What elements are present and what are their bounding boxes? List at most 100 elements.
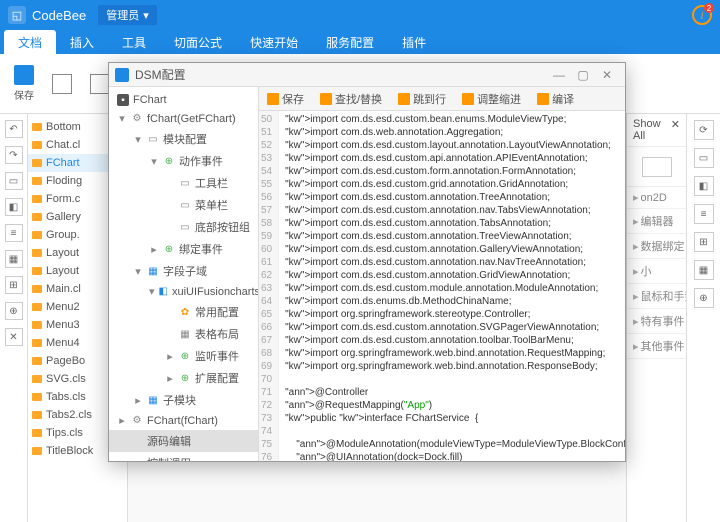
ribbon-save-button[interactable]: 保存 — [8, 63, 40, 104]
tree-node[interactable]: ▾▭模块配置 — [109, 128, 258, 150]
node-icon: ▭ — [179, 221, 191, 233]
tool-button[interactable]: ⟳ — [694, 120, 714, 140]
node-icon: ▭ — [147, 133, 159, 145]
caret-icon: ▾ — [149, 155, 159, 168]
caret-icon: ▸ — [133, 394, 143, 407]
caret-icon: ▾ — [133, 265, 143, 278]
close-button[interactable]: ✕ — [595, 68, 619, 82]
tree-node[interactable]: ▾▦字段子域 — [109, 260, 258, 282]
tool-button[interactable]: ≡ — [5, 224, 23, 242]
tool-icon — [462, 93, 474, 105]
dialog-icon — [115, 68, 129, 82]
tool-icon — [267, 93, 279, 105]
redo-button[interactable]: ↷ — [5, 146, 23, 164]
toolbar-button[interactable]: 调整缩进 — [458, 89, 525, 109]
toolbar-button[interactable]: 保存 — [263, 89, 308, 109]
chevron-down-icon: ▾ — [143, 9, 149, 22]
caret-icon: ▾ — [133, 133, 143, 146]
properties-panel: Show All ✕ ▸on2D▸编辑器▸数据绑定▸小▸鼠标和手势▸特有事件▸其… — [626, 114, 686, 522]
tree-node[interactable]: ▸⊕扩展配置 — [109, 367, 258, 389]
tree-root[interactable]: ▪ FChart — [109, 91, 258, 109]
tool-button[interactable]: ✕ — [5, 328, 23, 346]
tool-button[interactable]: ⊕ — [694, 288, 714, 308]
tree-node[interactable]: ▸⊕监听事件 — [109, 345, 258, 367]
tree-node[interactable]: ▭菜单栏 — [109, 194, 258, 216]
tree-node[interactable]: ▦表格布局 — [109, 323, 258, 345]
tool-button[interactable]: ⊞ — [5, 276, 23, 294]
node-icon: ◧ — [159, 286, 168, 298]
node-icon: ⊕ — [163, 155, 175, 167]
tool-icon — [320, 93, 332, 105]
preview-box — [642, 157, 672, 177]
tree-node[interactable]: ▭工具栏 — [109, 172, 258, 194]
line-gutter: 5051525354555657585960616263646566676869… — [259, 111, 279, 461]
panel-section[interactable]: ▸其他事件 — [627, 334, 686, 359]
panel-section[interactable]: ▸小 — [627, 259, 686, 284]
caret-icon: ▸ — [165, 372, 175, 385]
code-content[interactable]: "kw">import com.ds.esd.custom.bean.enums… — [279, 111, 625, 461]
menu-tab[interactable]: 服务配置 — [312, 30, 388, 55]
panel-section[interactable]: ▸编辑器 — [627, 209, 686, 234]
menu-tab[interactable]: 插件 — [388, 30, 440, 55]
caret-icon: ▸ — [149, 243, 159, 256]
ribbon-button[interactable] — [46, 72, 78, 96]
tree-node[interactable]: ▭底部按钮组 — [109, 216, 258, 238]
node-icon: ⊕ — [179, 350, 191, 362]
tree-node[interactable]: ▾⚙fChart(GetFChart) — [109, 109, 258, 128]
right-vertical-toolbar: ⟳ ▭ ◧ ≡ ⊞ ▦ ⊕ — [686, 114, 720, 522]
node-icon: ⚙ — [131, 113, 143, 125]
dialog-title: DSM配置 — [135, 66, 186, 83]
tree-node[interactable]: ▸⊕绑定事件 — [109, 238, 258, 260]
tree-node[interactable]: 控制调用 — [109, 452, 258, 461]
tree-node[interactable]: ▾⊕动作事件 — [109, 150, 258, 172]
panel-section[interactable]: ▸on2D — [627, 187, 686, 209]
maximize-button[interactable]: ▢ — [571, 68, 595, 82]
tool-button[interactable]: ⊞ — [694, 232, 714, 252]
code-editor[interactable]: 5051525354555657585960616263646566676869… — [259, 111, 625, 461]
toolbar-button[interactable]: 查找/替换 — [316, 89, 386, 109]
node-icon: ▦ — [147, 265, 159, 277]
close-icon[interactable]: ✕ — [671, 118, 680, 142]
menu-tab[interactable]: 文档 — [4, 30, 56, 55]
info-icon[interactable]: i 2 — [692, 5, 712, 25]
tool-button[interactable]: ▦ — [5, 250, 23, 268]
menu-tab[interactable]: 快速开始 — [236, 30, 312, 55]
dialog-tree: ▪ FChart ▾⚙fChart(GetFChart)▾▭模块配置▾⊕动作事件… — [109, 87, 259, 461]
app-logo-icon: ◱ — [8, 6, 26, 24]
node-icon: ⊕ — [163, 243, 175, 255]
menu-tab[interactable]: 插入 — [56, 30, 108, 55]
user-dropdown[interactable]: 管理员 ▾ — [98, 5, 157, 25]
node-icon: ⊕ — [179, 372, 191, 384]
toolbar-button[interactable]: 编译 — [533, 89, 578, 109]
tool-button[interactable]: ◧ — [5, 198, 23, 216]
menu-tab[interactable]: 切面公式 — [160, 30, 236, 55]
dialog-titlebar[interactable]: DSM配置 — ▢ ✕ — [109, 63, 625, 87]
user-label: 管理员 — [106, 7, 139, 23]
show-all-toggle[interactable]: Show All ✕ — [627, 114, 686, 147]
undo-button[interactable]: ↶ — [5, 120, 23, 138]
panel-section[interactable]: ▸数据绑定 — [627, 234, 686, 259]
panel-section[interactable]: ▸特有事件 — [627, 309, 686, 334]
dialog-toolbar: 保存查找/替换跳到行调整缩进编译 — [259, 87, 625, 111]
node-icon: ▦ — [179, 328, 191, 340]
tool-button[interactable]: ▭ — [694, 148, 714, 168]
tree-node[interactable]: ✿常用配置 — [109, 301, 258, 323]
save-icon — [14, 65, 34, 85]
tool-button[interactable]: ≡ — [694, 204, 714, 224]
tree-node[interactable]: 源码编辑 — [109, 430, 258, 452]
toolbar-button[interactable]: 跳到行 — [394, 89, 450, 109]
menu-tab[interactable]: 工具 — [108, 30, 160, 55]
dsm-config-dialog: DSM配置 — ▢ ✕ ▪ FChart ▾⚙fChart(GetFChart)… — [108, 62, 626, 462]
minimize-button[interactable]: — — [547, 68, 571, 82]
tool-icon — [537, 93, 549, 105]
tree-node[interactable]: ▸▦子模块 — [109, 389, 258, 411]
caret-icon: ▾ — [149, 285, 155, 298]
tool-button[interactable]: ◧ — [694, 176, 714, 196]
tree-node[interactable]: ▸⚙FChart(fChart) — [109, 411, 258, 430]
tool-button[interactable]: ▦ — [694, 260, 714, 280]
tool-button[interactable]: ▭ — [5, 172, 23, 190]
panel-section[interactable]: ▸鼠标和手势 — [627, 284, 686, 309]
tool-button[interactable]: ⊕ — [5, 302, 23, 320]
doc-icon — [52, 74, 72, 94]
tree-node[interactable]: ▾◧xuiUIFusionchartsxt1 — [109, 282, 258, 301]
